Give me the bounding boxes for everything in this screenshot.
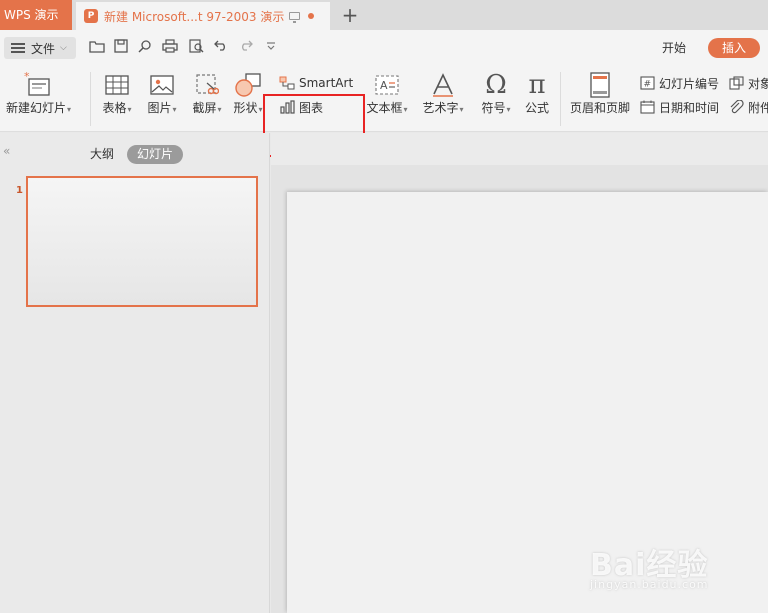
wordart-icon xyxy=(419,70,467,100)
menu-bar: 文件 ⌵ 开始 插入 xyxy=(0,30,768,66)
textbox-button[interactable]: A 文本框▾ xyxy=(364,70,410,118)
document-tab[interactable]: P 新建 Microsoft...t 97-2003 演示 xyxy=(76,2,330,30)
object-icon xyxy=(729,76,744,90)
smartart-icon xyxy=(279,76,295,90)
table-label: 表格 xyxy=(102,101,127,115)
picture-icon xyxy=(143,70,181,100)
undo-icon[interactable] xyxy=(212,39,230,57)
calendar-icon xyxy=(640,100,655,114)
picture-button[interactable]: 图片▾ xyxy=(143,70,181,118)
print-icon[interactable] xyxy=(161,39,179,57)
hamburger-menu-icon xyxy=(11,43,25,53)
redo-icon[interactable] xyxy=(237,39,255,57)
date-time-button[interactable]: 日期和时间 xyxy=(640,98,719,116)
file-menu-label: 文件 xyxy=(31,41,56,56)
slide-index: 1 xyxy=(16,185,23,196)
tab-insert[interactable]: 插入 xyxy=(708,38,760,58)
insert-ribbon: * 新建幻灯片▾ 表格▾ 图片▾ 截屏▾ 形状▾ SmartArt 图表 A 文… xyxy=(0,66,768,132)
document-title: 新建 Microsoft...t 97-2003 演示 xyxy=(104,9,285,24)
smartart-label: SmartArt xyxy=(299,76,354,90)
formula-label: 公式 xyxy=(524,101,549,115)
table-button[interactable]: 表格▾ xyxy=(98,70,136,118)
textbox-label: 文本框 xyxy=(366,101,403,115)
hash-icon: # xyxy=(640,76,655,90)
textbox-icon: A xyxy=(364,70,410,100)
attachment-label: 附件 xyxy=(748,100,768,115)
open-folder-icon[interactable] xyxy=(88,39,106,57)
date-time-label: 日期和时间 xyxy=(659,100,720,115)
find-icon[interactable] xyxy=(136,39,154,57)
unsaved-dot-icon xyxy=(308,13,315,19)
watermark: Bai经验 jingyan.baidu.com xyxy=(590,540,708,591)
editing-area-header xyxy=(271,133,768,165)
omega-icon: Ω xyxy=(485,70,507,100)
attachment-button[interactable]: 附件 xyxy=(729,98,768,116)
header-footer-icon xyxy=(568,70,632,100)
symbol-label: 符号 xyxy=(481,101,506,115)
picture-label: 图片 xyxy=(147,101,172,115)
header-footer-label: 页眉和页脚 xyxy=(569,101,630,115)
wordart-button[interactable]: 艺术字▾ xyxy=(419,70,467,118)
title-tab-bar: WPS 演示 P 新建 Microsoft...t 97-2003 演示 + xyxy=(0,0,768,30)
shape-button[interactable]: 形状▾ xyxy=(232,70,264,118)
smartart-button[interactable]: SmartArt xyxy=(279,74,353,92)
new-tab-button[interactable]: + xyxy=(340,3,360,27)
object-button[interactable]: 对象 xyxy=(729,74,768,92)
tab-start[interactable]: 开始 xyxy=(654,38,694,58)
chevron-down-icon: ⌵ xyxy=(60,43,67,53)
svg-text:A: A xyxy=(380,79,388,92)
svg-text:#: # xyxy=(644,80,652,90)
save-icon[interactable] xyxy=(112,39,130,57)
scissors-icon xyxy=(188,70,226,100)
tab-slides[interactable]: 幻灯片 xyxy=(127,145,183,164)
screenshot-label: 截屏 xyxy=(192,101,217,115)
new-slide-label: 新建幻灯片 xyxy=(6,101,67,115)
file-menu-button[interactable]: 文件 ⌵ xyxy=(4,37,76,59)
monitor-icon[interactable] xyxy=(289,12,301,23)
collapse-pane-icon[interactable]: « xyxy=(3,144,10,158)
object-label: 对象 xyxy=(748,76,768,91)
tab-outline[interactable]: 大纲 xyxy=(86,144,118,164)
presentation-file-icon: P xyxy=(84,9,98,23)
ribbon-divider xyxy=(90,72,91,126)
shape-icon xyxy=(232,70,264,100)
customize-toolbar-icon[interactable] xyxy=(262,39,280,57)
formula-button[interactable]: π 公式 xyxy=(522,70,552,116)
slide-number-label: 幻灯片编号 xyxy=(659,76,720,91)
shape-label: 形状 xyxy=(233,101,258,115)
svg-text:*: * xyxy=(24,71,30,83)
slides-pane: « 大纲 幻灯片 1 xyxy=(0,133,270,613)
pi-icon: π xyxy=(528,70,546,100)
watermark-url: jingyan.baidu.com xyxy=(590,578,709,591)
ribbon-divider xyxy=(560,72,561,126)
table-icon xyxy=(98,70,136,100)
new-slide-icon: * xyxy=(6,70,70,100)
app-tab-wps[interactable]: WPS 演示 xyxy=(0,0,72,30)
print-preview-icon[interactable] xyxy=(187,39,205,57)
slide-number-button[interactable]: # 幻灯片编号 xyxy=(640,74,719,92)
paperclip-icon xyxy=(729,100,744,114)
wordart-label: 艺术字 xyxy=(422,101,459,115)
header-footer-button[interactable]: 页眉和页脚 xyxy=(568,70,632,116)
screenshot-button[interactable]: 截屏▾ xyxy=(188,70,226,118)
new-slide-button[interactable]: * 新建幻灯片▾ xyxy=(6,70,71,118)
symbol-button[interactable]: Ω 符号▾ xyxy=(478,70,514,118)
slide-thumbnail[interactable] xyxy=(26,176,258,307)
